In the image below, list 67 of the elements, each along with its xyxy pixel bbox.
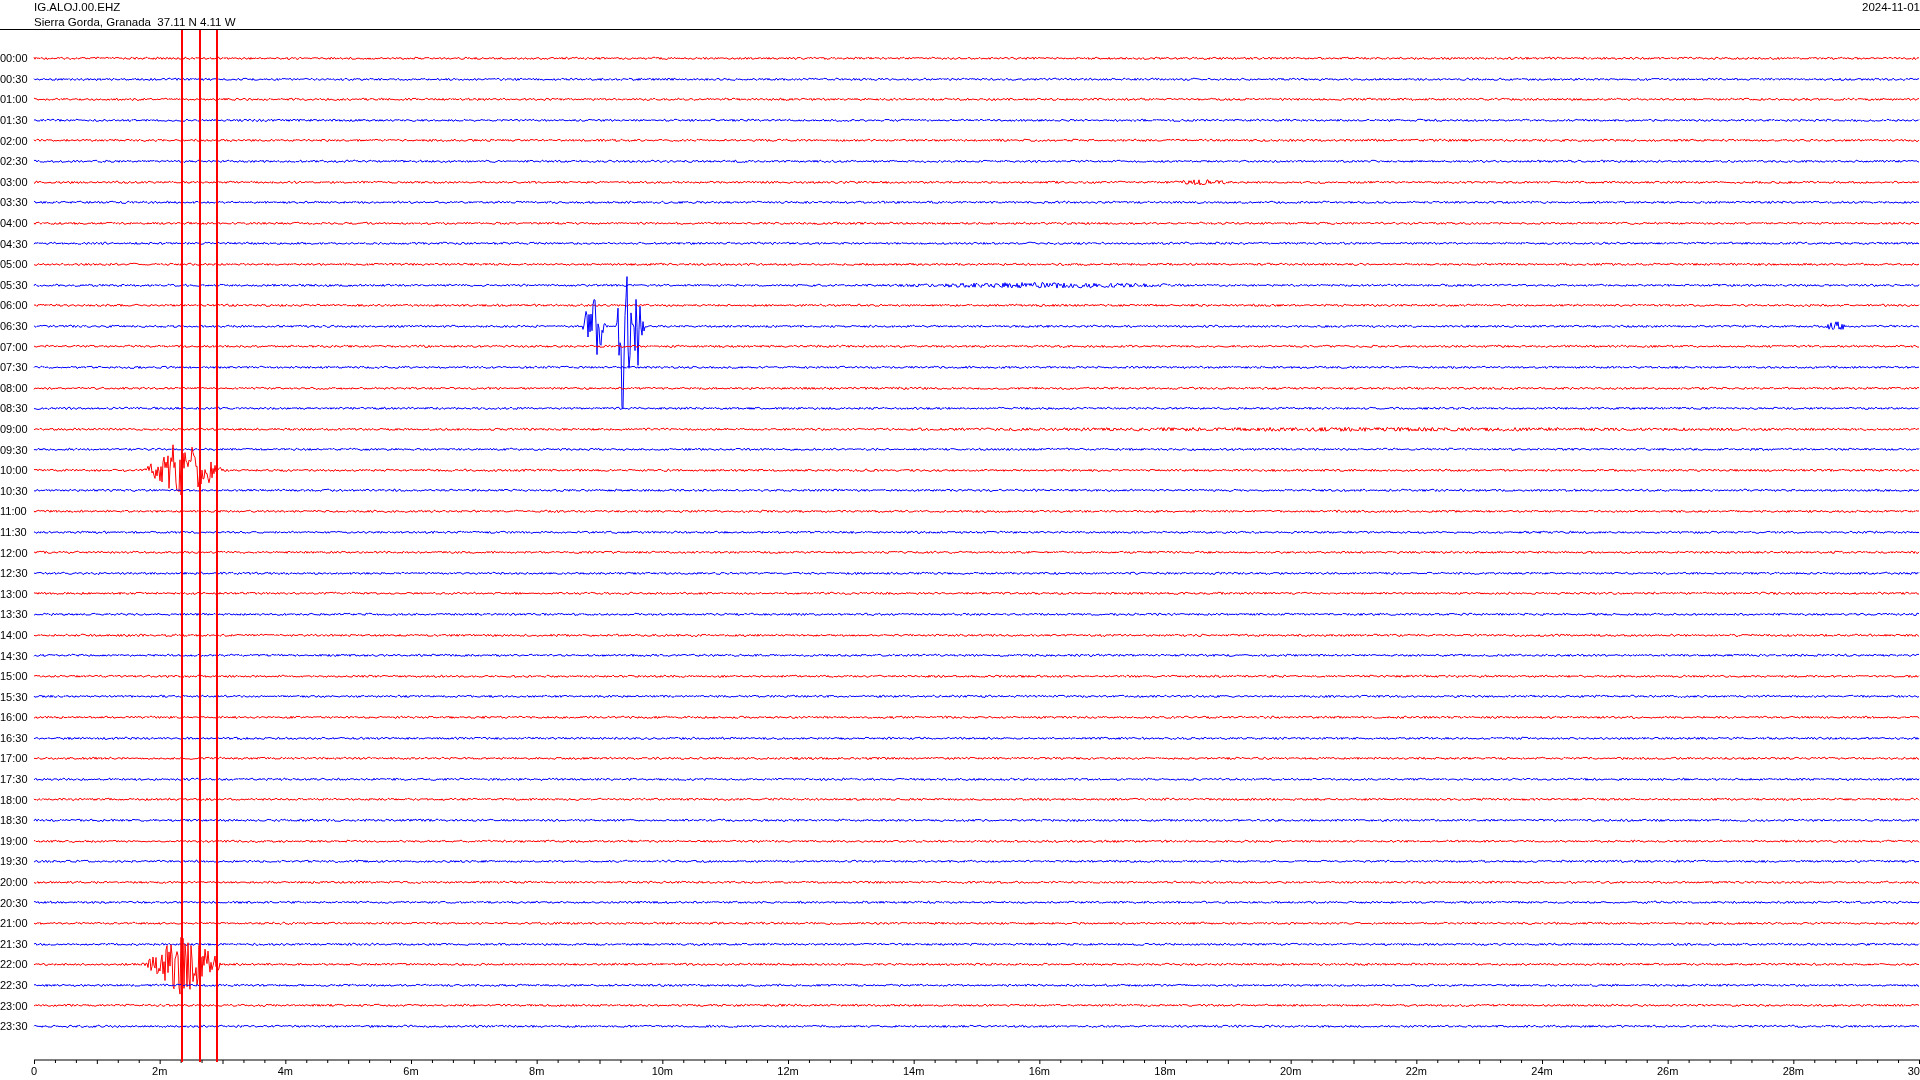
time-label: 06:30 <box>0 320 29 332</box>
time-label: 14:00 <box>0 628 29 641</box>
time-label: 15:00 <box>0 670 29 683</box>
axis-tick-label: 28m <box>1782 1064 1805 1077</box>
time-label: 20:00 <box>0 876 29 889</box>
axis-tick-label: 12m <box>777 1064 799 1077</box>
time-label: 21:30 <box>0 937 29 950</box>
axis-tick-label: 26m <box>1656 1064 1679 1077</box>
time-label: 20:30 <box>0 896 29 909</box>
axis-tick-label: 4m <box>277 1064 293 1077</box>
time-label: 13:00 <box>0 587 29 600</box>
time-label: 10:00 <box>0 464 29 477</box>
time-label: 00:30 <box>0 72 29 85</box>
time-label: 09:00 <box>0 423 29 435</box>
time-label: 02:30 <box>0 155 29 168</box>
time-label: 11:30 <box>0 525 28 538</box>
axis-tick-label: 18m <box>1154 1064 1176 1077</box>
time-label: 04:00 <box>0 217 29 230</box>
time-label: 01:30 <box>0 114 29 127</box>
time-label: 09:30 <box>0 443 29 456</box>
time-label: 16:30 <box>0 731 29 744</box>
time-label: 05:00 <box>0 258 29 271</box>
time-label: 17:00 <box>0 752 29 765</box>
axis-tick-label: 8m <box>529 1064 545 1077</box>
time-label: 05:30 <box>0 278 29 291</box>
time-label: 12:00 <box>0 546 29 559</box>
time-label: 13:30 <box>0 608 29 621</box>
time-label: 00:00 <box>0 52 29 65</box>
station-location: Sierra Gorda, Granada 37.11 N 4.11 W <box>34 15 236 29</box>
time-label: 10:30 <box>0 484 29 497</box>
time-label: 18:30 <box>0 814 29 827</box>
time-label: 12:30 <box>0 567 29 580</box>
record-date: 2024-11-01 <box>1862 0 1920 14</box>
axis-tick-label: 22m <box>1405 1064 1428 1077</box>
axis-tick-label: 2m <box>152 1064 168 1077</box>
time-label: 23:30 <box>0 1020 29 1033</box>
time-label: 19:30 <box>0 855 29 868</box>
axis-tick-label: 0 <box>30 1064 38 1077</box>
time-label: 08:30 <box>0 402 29 415</box>
time-label: 22:30 <box>0 979 29 991</box>
time-label: 22:00 <box>0 958 29 971</box>
time-label: 21:00 <box>0 917 29 930</box>
time-label: 03:30 <box>0 196 29 209</box>
time-label: 07:30 <box>0 361 29 374</box>
time-label: 01:00 <box>0 93 29 106</box>
axis-tick-label: 14m <box>902 1064 925 1077</box>
time-label: 14:30 <box>0 649 29 662</box>
station-code: IG.ALOJ.00.EHZ <box>34 0 122 14</box>
time-label: 07:00 <box>0 340 29 353</box>
time-label: 18:00 <box>0 793 29 806</box>
axis-tick-label: 20m <box>1279 1064 1302 1077</box>
time-label: 23:00 <box>0 999 29 1012</box>
axis-tick-label: 24m <box>1531 1064 1553 1077</box>
time-label: 08:00 <box>0 381 29 394</box>
axis-tick-label: 16m <box>1028 1064 1051 1077</box>
time-label: 16:00 <box>0 711 29 724</box>
axis-tick-label: 30 <box>1907 1064 1920 1077</box>
time-label: 19:00 <box>0 834 29 847</box>
time-label: 11:00 <box>0 505 28 518</box>
time-label: 15:30 <box>0 690 29 703</box>
axis-tick-label: 10m <box>651 1064 674 1077</box>
time-label: 02:00 <box>0 134 29 147</box>
axis-tick-label: 6m <box>403 1064 419 1077</box>
time-label: 06:00 <box>0 299 29 312</box>
time-label: 04:30 <box>0 237 29 250</box>
time-label: 17:30 <box>0 773 29 786</box>
time-label: 03:00 <box>0 175 29 188</box>
